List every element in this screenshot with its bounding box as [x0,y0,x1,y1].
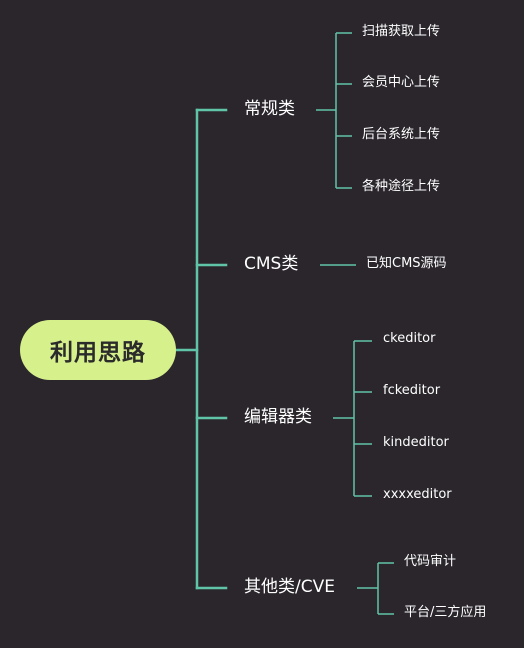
branch-cms: CMS类 [244,254,299,274]
leaf-ckeditor: ckeditor [383,331,436,346]
leaf-scan-upload: 扫描获取上传 [362,24,441,39]
root-label: 利用思路 [50,340,146,366]
leaf-fckeditor: fckeditor [383,383,441,398]
leaf-kindeditor: kindeditor [383,435,449,450]
root-node: 利用思路 [20,320,176,380]
leaf-xxxxeditor: xxxxeditor [383,487,452,502]
leaf-member-upload: 会员中心上传 [362,75,441,90]
leaf-admin-upload: 后台系统上传 [362,127,441,142]
leaf-known-cms: 已知CMS源码 [366,256,447,271]
branch-regular: 常规类 [244,99,295,119]
leaf-third-party-app: 平台/三方应用 [404,605,487,620]
mind-map: 利用思路 常规类 扫描获取上传 会员中心上传 后台系统上传 各种途径上传 CMS… [0,0,524,648]
leaf-various-upload: 各种途径上传 [362,179,441,194]
branch-other-cve: 其他类/CVE [244,577,335,597]
branch-editor: 编辑器类 [244,407,312,427]
leaf-code-audit: 代码审计 [404,554,457,569]
